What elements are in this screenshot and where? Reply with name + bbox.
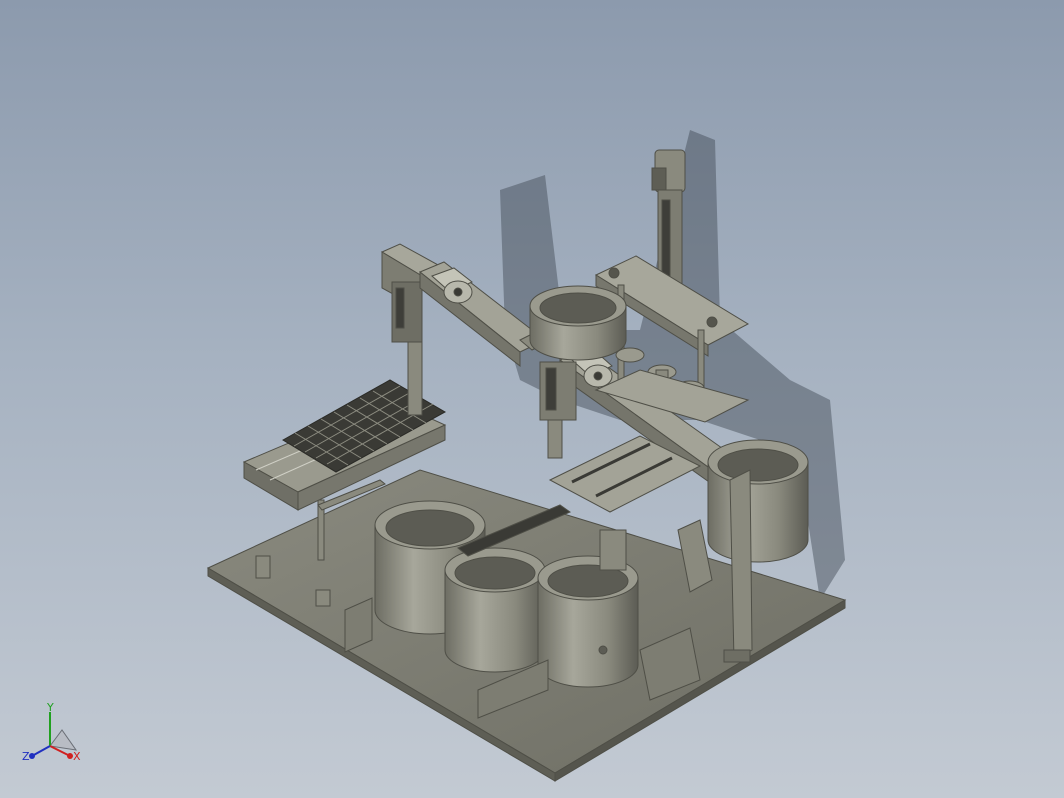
triad-x-label: X [73, 750, 81, 763]
orientation-triad: Y X Z [22, 701, 81, 763]
feeder-bowl-center[interactable] [444, 547, 546, 673]
triad-z-axis [31, 745, 51, 757]
triad-z-label: Z [22, 750, 30, 763]
pick-place-head[interactable] [539, 361, 577, 459]
triad-y-label: Y [46, 701, 54, 714]
feeder-bowl-front-right[interactable] [537, 555, 639, 688]
cad-viewport[interactable]: Y X Z [0, 0, 1064, 798]
feeder-bowl-right[interactable] [707, 439, 809, 563]
feeder-bowl-rear[interactable] [529, 285, 627, 361]
assembly-model[interactable] [0, 0, 1064, 798]
